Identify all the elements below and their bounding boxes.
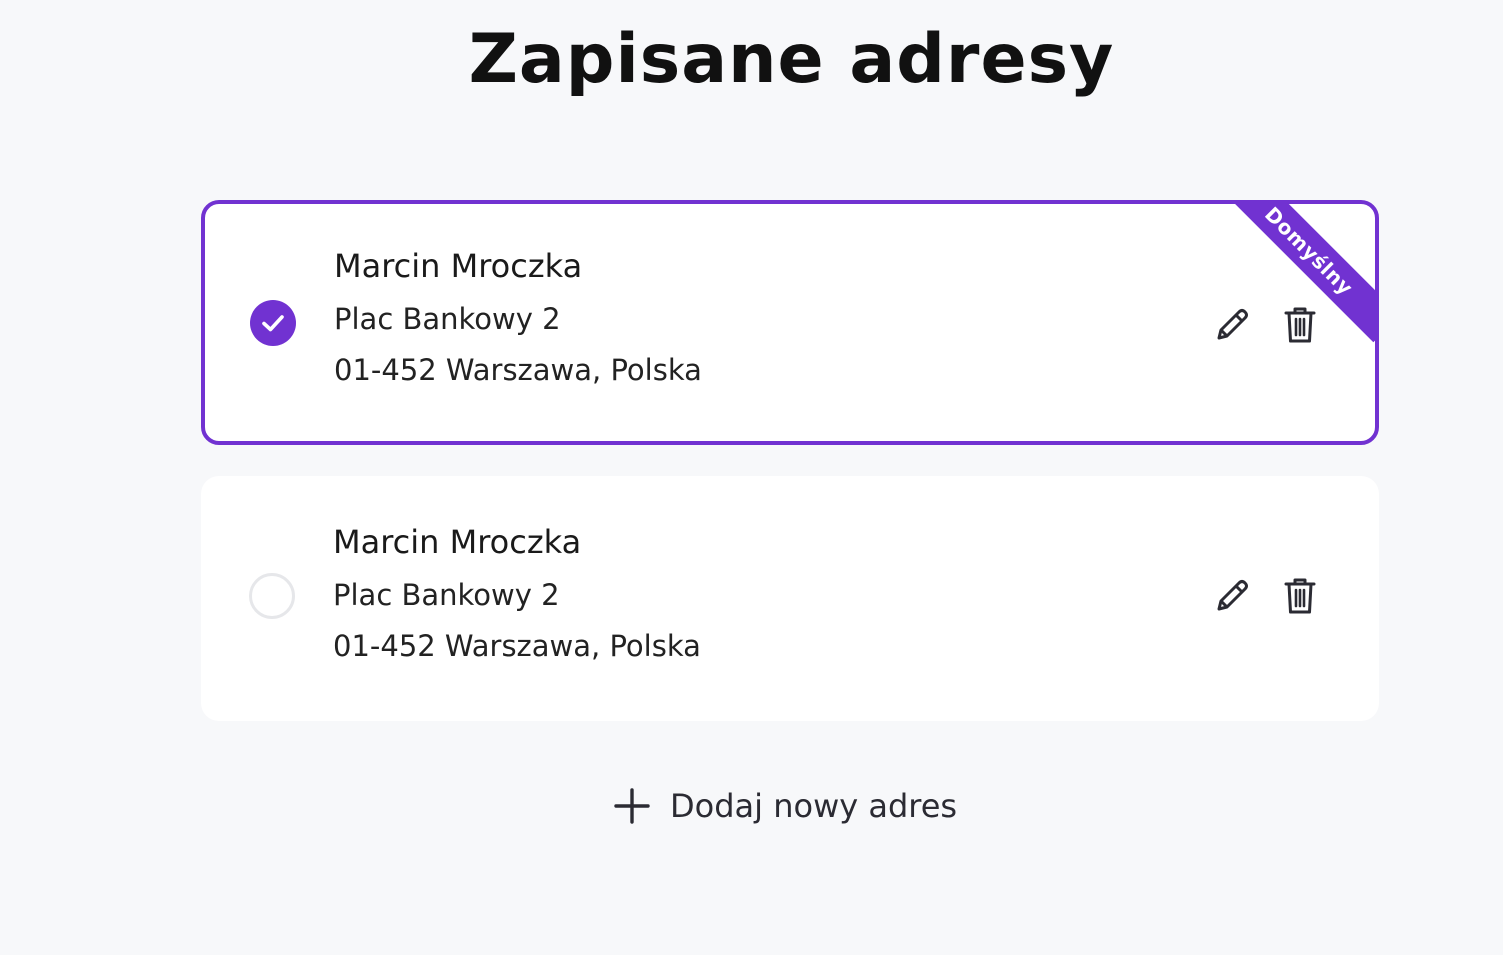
address-name: Marcin Mroczka bbox=[333, 523, 582, 561]
pencil-icon bbox=[1217, 309, 1248, 340]
pencil-icon bbox=[1217, 580, 1248, 611]
address-radio-unselected[interactable] bbox=[249, 573, 295, 619]
edit-address-button[interactable] bbox=[1212, 575, 1252, 617]
add-address-button[interactable]: Dodaj nowy adres bbox=[612, 784, 957, 828]
address-actions bbox=[1212, 575, 1320, 617]
delete-address-button[interactable] bbox=[1280, 304, 1320, 346]
edit-address-button[interactable] bbox=[1212, 304, 1252, 346]
address-card[interactable]: Marcin Mroczka Plac Bankowy 2 01-452 War… bbox=[201, 200, 1379, 445]
trash-icon bbox=[1284, 578, 1316, 614]
trash-icon bbox=[1284, 307, 1316, 343]
delete-address-button[interactable] bbox=[1280, 575, 1320, 617]
page-title: Zapisane adresy bbox=[468, 20, 1115, 99]
address-name: Marcin Mroczka bbox=[334, 247, 583, 285]
address-city: 01-452 Warszawa, Polska bbox=[333, 629, 701, 663]
check-icon bbox=[262, 315, 284, 332]
add-address-label: Dodaj nowy adres bbox=[670, 787, 958, 825]
address-radio-selected[interactable] bbox=[250, 300, 296, 346]
address-actions bbox=[1212, 304, 1320, 346]
address-street: Plac Bankowy 2 bbox=[333, 578, 560, 612]
address-city: 01-452 Warszawa, Polska bbox=[334, 353, 702, 387]
address-street: Plac Bankowy 2 bbox=[334, 302, 561, 336]
address-details: Marcin Mroczka Plac Bankowy 2 01-452 War… bbox=[333, 522, 701, 677]
plus-icon bbox=[614, 788, 650, 824]
address-details: Marcin Mroczka Plac Bankowy 2 01-452 War… bbox=[334, 246, 702, 401]
address-card[interactable]: Marcin Mroczka Plac Bankowy 2 01-452 War… bbox=[201, 476, 1379, 721]
